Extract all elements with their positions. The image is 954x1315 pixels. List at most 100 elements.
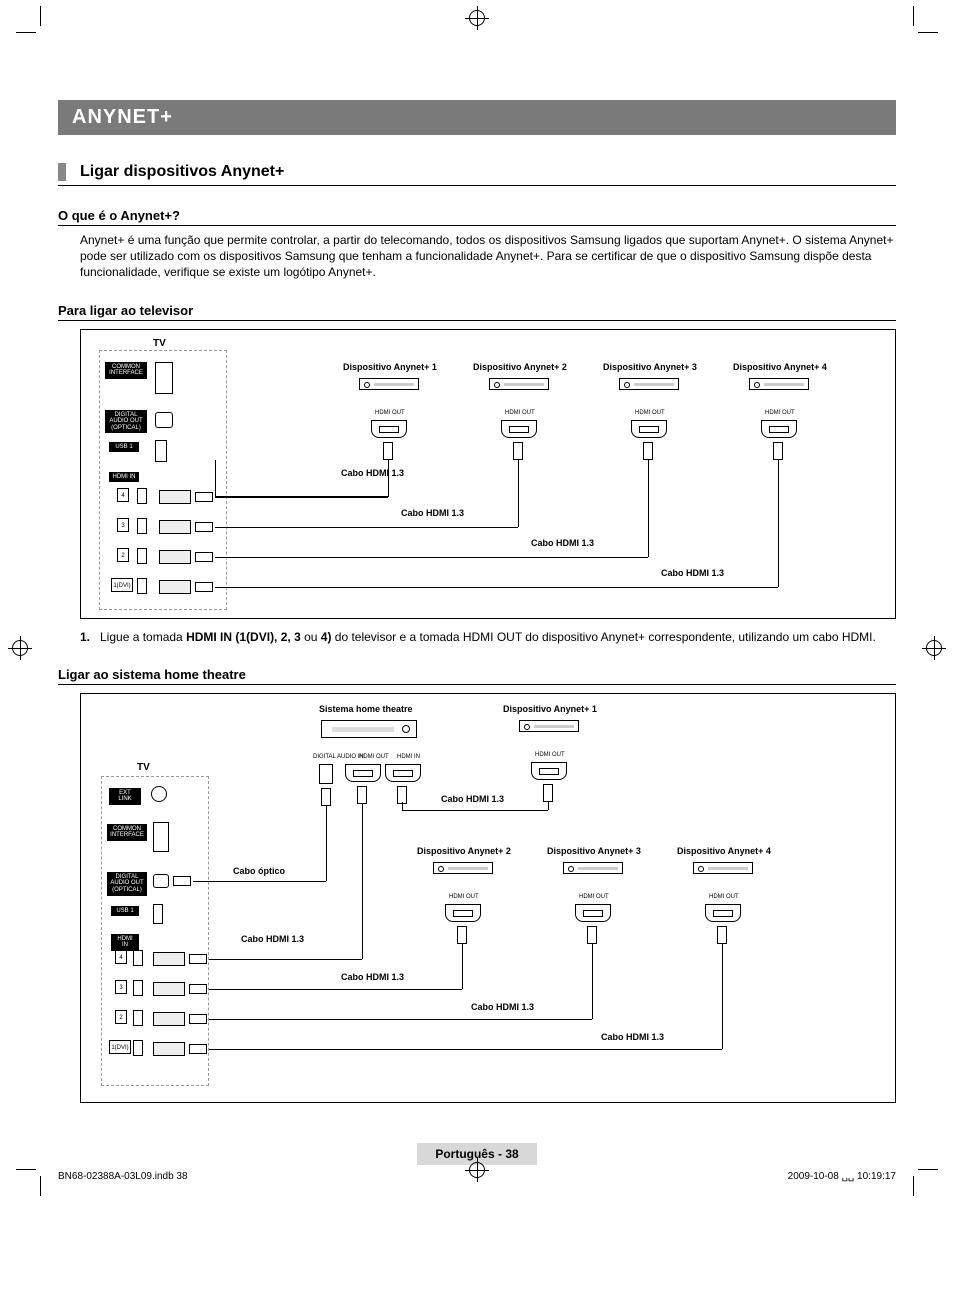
section-heading: Ligar dispositivos Anynet+	[58, 163, 896, 186]
diagram-connect-tv: TV COMMON INTERFACE DIGITAL AUDIO OUT (O…	[80, 329, 896, 619]
crop-mark-icon	[40, 6, 41, 26]
hdmi-out-label: HDMI OUT	[579, 894, 609, 900]
banner-text: ANYNET+	[72, 106, 173, 128]
step-number: 1.	[80, 629, 100, 645]
device-label: Dispositivo Anynet+ 3	[547, 846, 641, 856]
hdmi-out-port-icon	[445, 904, 481, 922]
tv-label: TV	[153, 338, 166, 349]
port-label-audio: DIGITAL AUDIO OUT (OPTICAL)	[105, 410, 147, 434]
registration-mark-icon	[926, 640, 942, 656]
port-label-common: COMMON INTERFACE	[107, 824, 147, 841]
tv-label: TV	[137, 762, 150, 773]
device-icon	[359, 378, 419, 390]
cable-plug-icon	[195, 492, 213, 502]
cable-plug-icon	[383, 442, 393, 460]
home-theatre-icon	[321, 720, 417, 738]
cable-label: Cabo HDMI 1.3	[601, 1032, 664, 1042]
cable-label: Cabo HDMI 1.3	[341, 468, 404, 478]
cable-line	[402, 802, 403, 810]
intro-paragraph: Anynet+ é uma função que permite control…	[80, 232, 896, 281]
hdmi-port-icon	[133, 980, 143, 996]
section-heading-text: Ligar dispositivos Anynet+	[80, 163, 284, 181]
cable-line	[209, 1019, 592, 1020]
hdmi-out-port-icon	[371, 420, 407, 438]
hdmi-out-port-icon	[761, 420, 797, 438]
hdmi-out-label: HDMI OUT	[709, 894, 739, 900]
port-label-common: COMMON INTERFACE	[105, 362, 147, 379]
ht-hdmi-out-port-icon	[345, 764, 381, 782]
step-text: Ligue a tomada HDMI IN (1(DVI), 2, 3 ou …	[100, 629, 896, 645]
crop-mark-icon	[40, 1176, 41, 1196]
hdmi-num: 4	[115, 950, 127, 964]
cable-plug-icon	[189, 984, 207, 994]
cable-plug-icon	[189, 954, 207, 964]
cable-label: Cabo HDMI 1.3	[441, 794, 504, 804]
cable-plug-icon	[321, 788, 331, 806]
device-label: Dispositivo Anynet+ 3	[603, 362, 697, 372]
ht-audio-label: DIGITAL AUDIO IN	[313, 754, 364, 760]
step-text-bold: 4)	[321, 630, 332, 644]
ht-hdmi-in-port-icon	[385, 764, 421, 782]
cable-line	[778, 460, 779, 587]
hdmi-num: 2	[117, 548, 129, 562]
hdmi-num: 2	[115, 1010, 127, 1024]
hdmi-out-port-icon	[531, 762, 567, 780]
port-label-ext: EXT LINK	[109, 788, 141, 805]
hdmi-slot-icon	[153, 982, 185, 996]
port-label-usb: USB 1	[111, 906, 139, 917]
device-icon	[433, 862, 493, 874]
cable-line	[592, 944, 593, 1019]
subheading-connect-tv: Para ligar ao televisor	[58, 303, 896, 321]
home-theatre-label: Sistema home theatre	[319, 704, 413, 714]
optical-port-icon	[155, 412, 173, 428]
chapter-banner: ANYNET+	[58, 100, 896, 135]
crop-mark-icon	[918, 32, 938, 33]
cable-plug-icon	[357, 786, 367, 804]
crop-mark-icon	[16, 32, 36, 33]
hdmi-out-label: HDMI OUT	[635, 410, 665, 416]
step-text-part: ou	[301, 630, 321, 644]
hdmi-port-icon	[133, 1040, 143, 1056]
hdmi-out-label: HDMI OUT	[449, 894, 479, 900]
subheading-home-theatre: Ligar ao sistema home theatre	[58, 667, 896, 685]
cable-line	[215, 557, 648, 558]
port-label-hdmi-in: HDMI IN	[109, 472, 139, 483]
device-icon	[693, 862, 753, 874]
hdmi-port-icon	[133, 950, 143, 966]
cable-plug-icon	[643, 442, 653, 460]
crop-mark-icon	[918, 1169, 938, 1170]
hdmi-slot-icon	[159, 520, 191, 534]
crop-mark-icon	[913, 1176, 914, 1196]
hdmi-out-label: HDMI OUT	[375, 410, 405, 416]
page: ANYNET+ Ligar dispositivos Anynet+ O que…	[0, 0, 954, 1202]
cable-line	[326, 806, 327, 881]
step-1: 1. Ligue a tomada HDMI IN (1(DVI), 2, 3 …	[80, 629, 896, 645]
hdmi-out-port-icon	[575, 904, 611, 922]
cable-plug-icon	[189, 1044, 207, 1054]
device-icon	[749, 378, 809, 390]
cable-plug-icon	[587, 926, 597, 944]
device-label: Dispositivo Anynet+ 4	[677, 846, 771, 856]
hdmi-port-icon	[137, 578, 147, 594]
cable-line	[215, 527, 518, 528]
hdmi-num: 1(DVI)	[109, 1040, 131, 1054]
hdmi-port-icon	[137, 488, 147, 504]
common-interface-port-icon	[155, 362, 173, 394]
step-text-bold: HDMI IN (1(DVI), 2, 3	[186, 630, 301, 644]
heading-bar-icon	[58, 163, 66, 181]
cable-line	[722, 944, 723, 1049]
usb-port-icon	[155, 440, 167, 462]
cable-label: Cabo HDMI 1.3	[341, 972, 404, 982]
cable-line	[518, 460, 519, 527]
cable-line	[209, 1049, 722, 1050]
cable-line	[215, 587, 778, 588]
registration-mark-icon	[12, 640, 28, 656]
port-label-usb: USB 1	[109, 442, 139, 453]
device-icon	[619, 378, 679, 390]
diagram-home-theatre: Sistema home theatre DIGITAL AUDIO IN HD…	[80, 693, 896, 1103]
cable-plug-icon	[195, 582, 213, 592]
cable-line	[388, 460, 389, 497]
cable-line	[209, 989, 462, 990]
cable-line	[215, 497, 388, 498]
print-meta-right: 2009-10-08 ␣␣ 10:19:17	[788, 1171, 896, 1182]
